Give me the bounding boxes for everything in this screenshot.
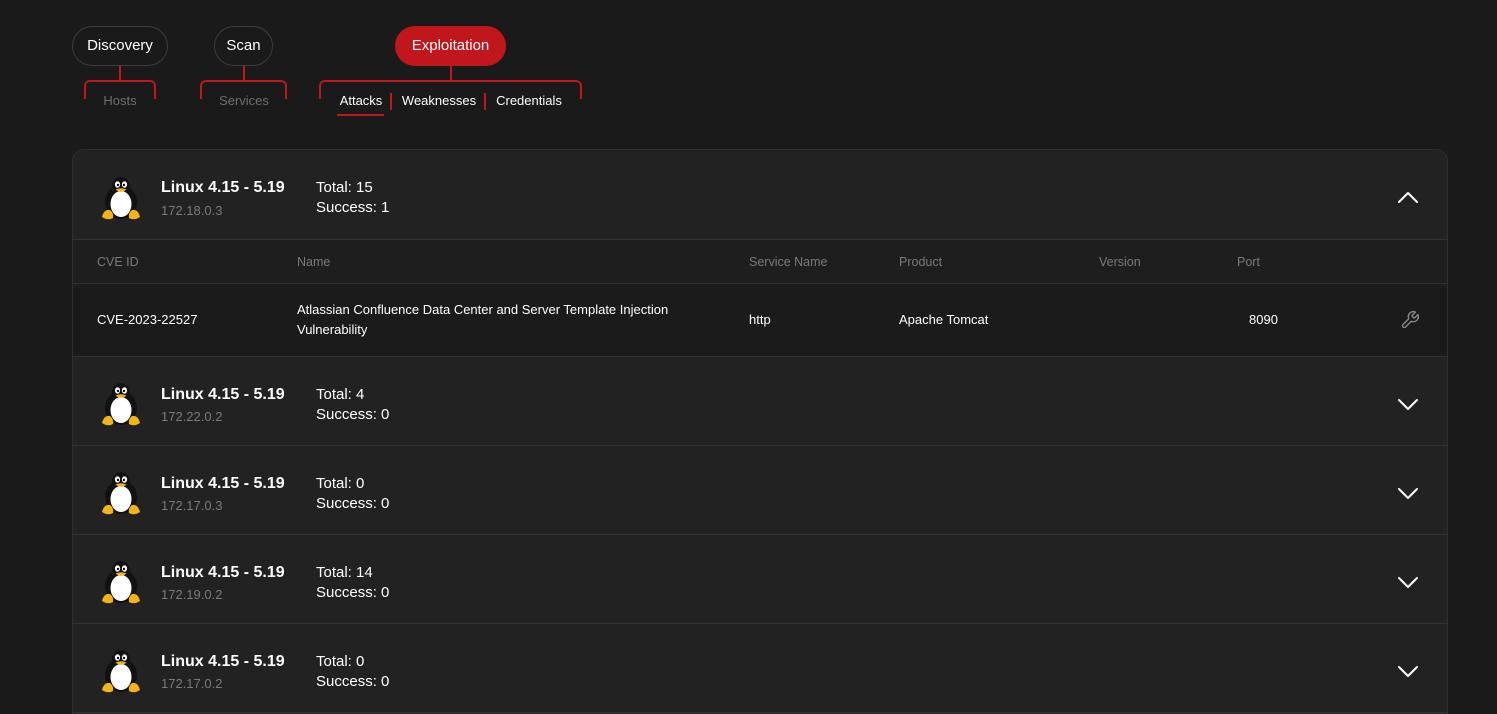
attack-total: Total: 14 <box>316 564 373 581</box>
host-card[interactable]: Linux 4.15 - 5.19 172.17.0.2 Total: 0 Su… <box>73 624 1447 713</box>
cve-id-cell: CVE-2023-22527 <box>97 312 198 327</box>
column-header-name: Name <box>297 255 331 269</box>
attack-success: Success: 1 <box>316 199 390 216</box>
host-card: Linux 4.15 - 5.19 172.18.0.3 Total: 15 S… <box>73 150 1447 357</box>
stage-discovery-connector <box>119 66 121 80</box>
chevron-up-icon[interactable] <box>1395 185 1421 211</box>
linux-penguin-icon <box>100 648 142 694</box>
attack-success: Success: 0 <box>316 584 390 601</box>
vulnerability-name-line: Atlassian Confluence Data Center and Ser… <box>297 302 669 317</box>
vulnerability-name-line: Vulnerability <box>297 322 368 337</box>
table-row: CVE-2023-22527 Atlassian Confluence Data… <box>73 284 1447 357</box>
attack-total: Total: 15 <box>316 179 373 196</box>
chevron-down-icon[interactable] <box>1395 569 1421 595</box>
column-header-product: Product <box>899 255 943 269</box>
subtab-services[interactable]: Services <box>204 93 284 109</box>
column-header-service-name: Service Name <box>749 255 828 269</box>
host-ip: 172.18.0.3 <box>161 203 223 218</box>
stage-exploitation-connector <box>450 66 452 80</box>
attack-success: Success: 0 <box>316 406 390 423</box>
host-ip: 172.17.0.3 <box>161 498 223 513</box>
chevron-down-icon[interactable] <box>1395 480 1421 506</box>
subtab-hosts[interactable]: Hosts <box>90 93 150 109</box>
column-header-version: Version <box>1099 255 1141 269</box>
stage-exploitation-button[interactable]: Exploitation <box>395 26 506 66</box>
stage-scan-connector <box>243 66 245 80</box>
host-ip: 172.19.0.2 <box>161 587 223 602</box>
attack-total: Total: 0 <box>316 475 365 492</box>
host-os-name: Linux 4.15 - 5.19 <box>161 564 285 581</box>
service-name-cell: http <box>749 312 771 327</box>
subtab-separator <box>484 93 486 110</box>
linux-penguin-icon <box>100 381 142 427</box>
active-subtab-underline <box>337 114 384 116</box>
linux-penguin-icon <box>100 470 142 516</box>
host-os-name: Linux 4.15 - 5.19 <box>161 386 285 403</box>
host-card[interactable]: Linux 4.15 - 5.19 172.19.0.2 Total: 14 S… <box>73 535 1447 624</box>
product-cell: Apache Tomcat <box>899 312 989 327</box>
subtab-weaknesses[interactable]: Weaknesses <box>396 93 482 109</box>
column-header-port: Port <box>1237 255 1260 269</box>
host-os-name: Linux 4.15 - 5.19 <box>161 653 285 670</box>
subtab-credentials[interactable]: Credentials <box>490 93 568 109</box>
hosts-panel: Linux 4.15 - 5.19 172.18.0.3 Total: 15 S… <box>72 149 1448 714</box>
host-os-name: Linux 4.15 - 5.19 <box>161 179 285 196</box>
host-ip: 172.22.0.2 <box>161 409 223 424</box>
subtab-separator <box>390 93 392 110</box>
host-os-name: Linux 4.15 - 5.19 <box>161 475 285 492</box>
chevron-down-icon[interactable] <box>1395 658 1421 684</box>
stage-scan-button[interactable]: Scan <box>214 26 273 66</box>
attack-success: Success: 0 <box>316 673 390 690</box>
port-cell: 8090 <box>1249 312 1278 327</box>
vulnerability-name-cell: Atlassian Confluence Data Center and Ser… <box>297 300 668 340</box>
column-header-cve-id: CVE ID <box>97 255 139 269</box>
host-card[interactable]: Linux 4.15 - 5.19 172.22.0.2 Total: 4 Su… <box>73 357 1447 446</box>
subtab-attacks[interactable]: Attacks <box>335 93 387 109</box>
chevron-down-icon[interactable] <box>1395 391 1421 417</box>
wrench-icon[interactable] <box>1400 310 1420 330</box>
linux-penguin-icon <box>100 175 142 221</box>
stage-discovery-button[interactable]: Discovery <box>72 26 168 66</box>
host-ip: 172.17.0.2 <box>161 676 223 691</box>
host-card[interactable]: Linux 4.15 - 5.19 172.17.0.3 Total: 0 Su… <box>73 446 1447 535</box>
linux-penguin-icon <box>100 559 142 605</box>
attack-success: Success: 0 <box>316 495 390 512</box>
attacks-table-header: CVE ID Name Service Name Product Version… <box>73 239 1447 284</box>
attack-total: Total: 4 <box>316 386 365 403</box>
attack-total: Total: 0 <box>316 653 365 670</box>
